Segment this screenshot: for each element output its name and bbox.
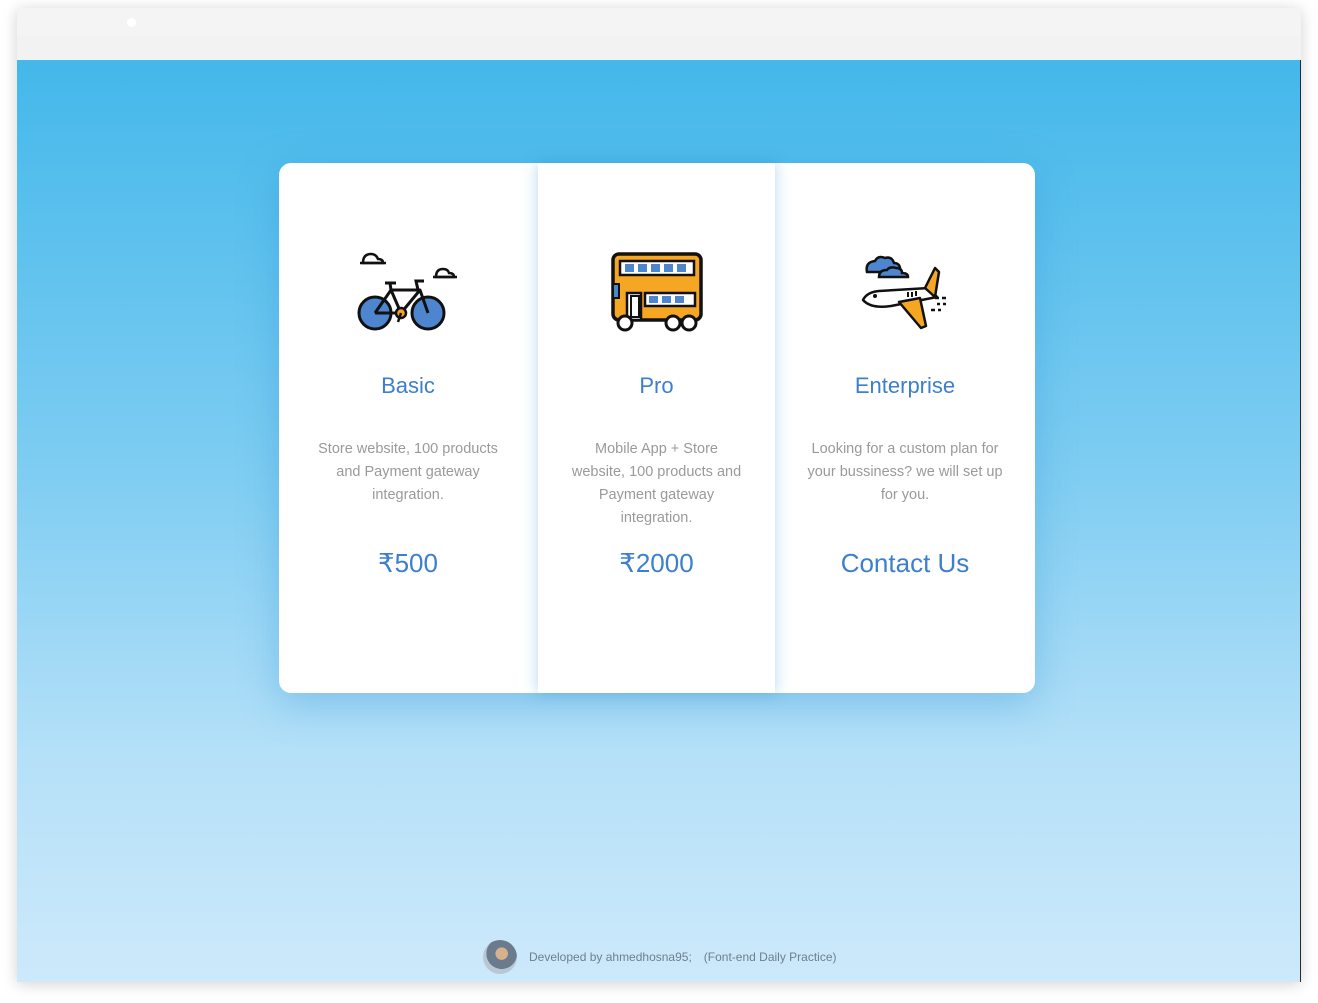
- avatar[interactable]: [483, 940, 517, 974]
- browser-tab[interactable]: [17, 8, 157, 38]
- plan-description: Looking for a custom plan for your bussi…: [807, 441, 1003, 503]
- pricing-table: Basic Store website, 100 products and Pa…: [279, 163, 1035, 693]
- browser-toolbar: [17, 36, 1301, 60]
- double-decker-bus-icon: [538, 241, 775, 341]
- tab-dot-icon: [127, 18, 136, 27]
- plan-price[interactable]: ₹2000: [538, 548, 775, 579]
- plan-title: Pro: [639, 373, 674, 398]
- browser-window: Basic Store website, 100 products and Pa…: [17, 8, 1301, 982]
- plan-card-basic[interactable]: Basic Store website, 100 products and Pa…: [279, 163, 537, 693]
- footer-note: (Font-end Daily Practice): [703, 950, 837, 964]
- footer-developer-link[interactable]: Developed by ahmedhosna95;: [529, 950, 692, 964]
- plan-card-pro[interactable]: Pro Mobile App + Store website, 100 prod…: [538, 163, 775, 693]
- plan-title: Enterprise: [854, 373, 956, 398]
- plan-price[interactable]: ₹500: [279, 548, 537, 579]
- airplane-icon: [775, 241, 1035, 341]
- plan-description: Mobile App + Store website, 100 products…: [571, 441, 742, 526]
- footer-credit: Developed by ahmedhosna95; (Font-end Dai…: [483, 940, 837, 974]
- plan-card-enterprise[interactable]: Enterprise Looking for a custom plan for…: [775, 163, 1035, 693]
- plan-title: Basic: [381, 373, 435, 398]
- contact-us-link[interactable]: Contact Us: [775, 548, 1035, 579]
- page-viewport: Basic Store website, 100 products and Pa…: [17, 60, 1301, 982]
- bicycle-icon: [279, 241, 537, 341]
- plan-description: Store website, 100 products and Payment …: [318, 441, 498, 503]
